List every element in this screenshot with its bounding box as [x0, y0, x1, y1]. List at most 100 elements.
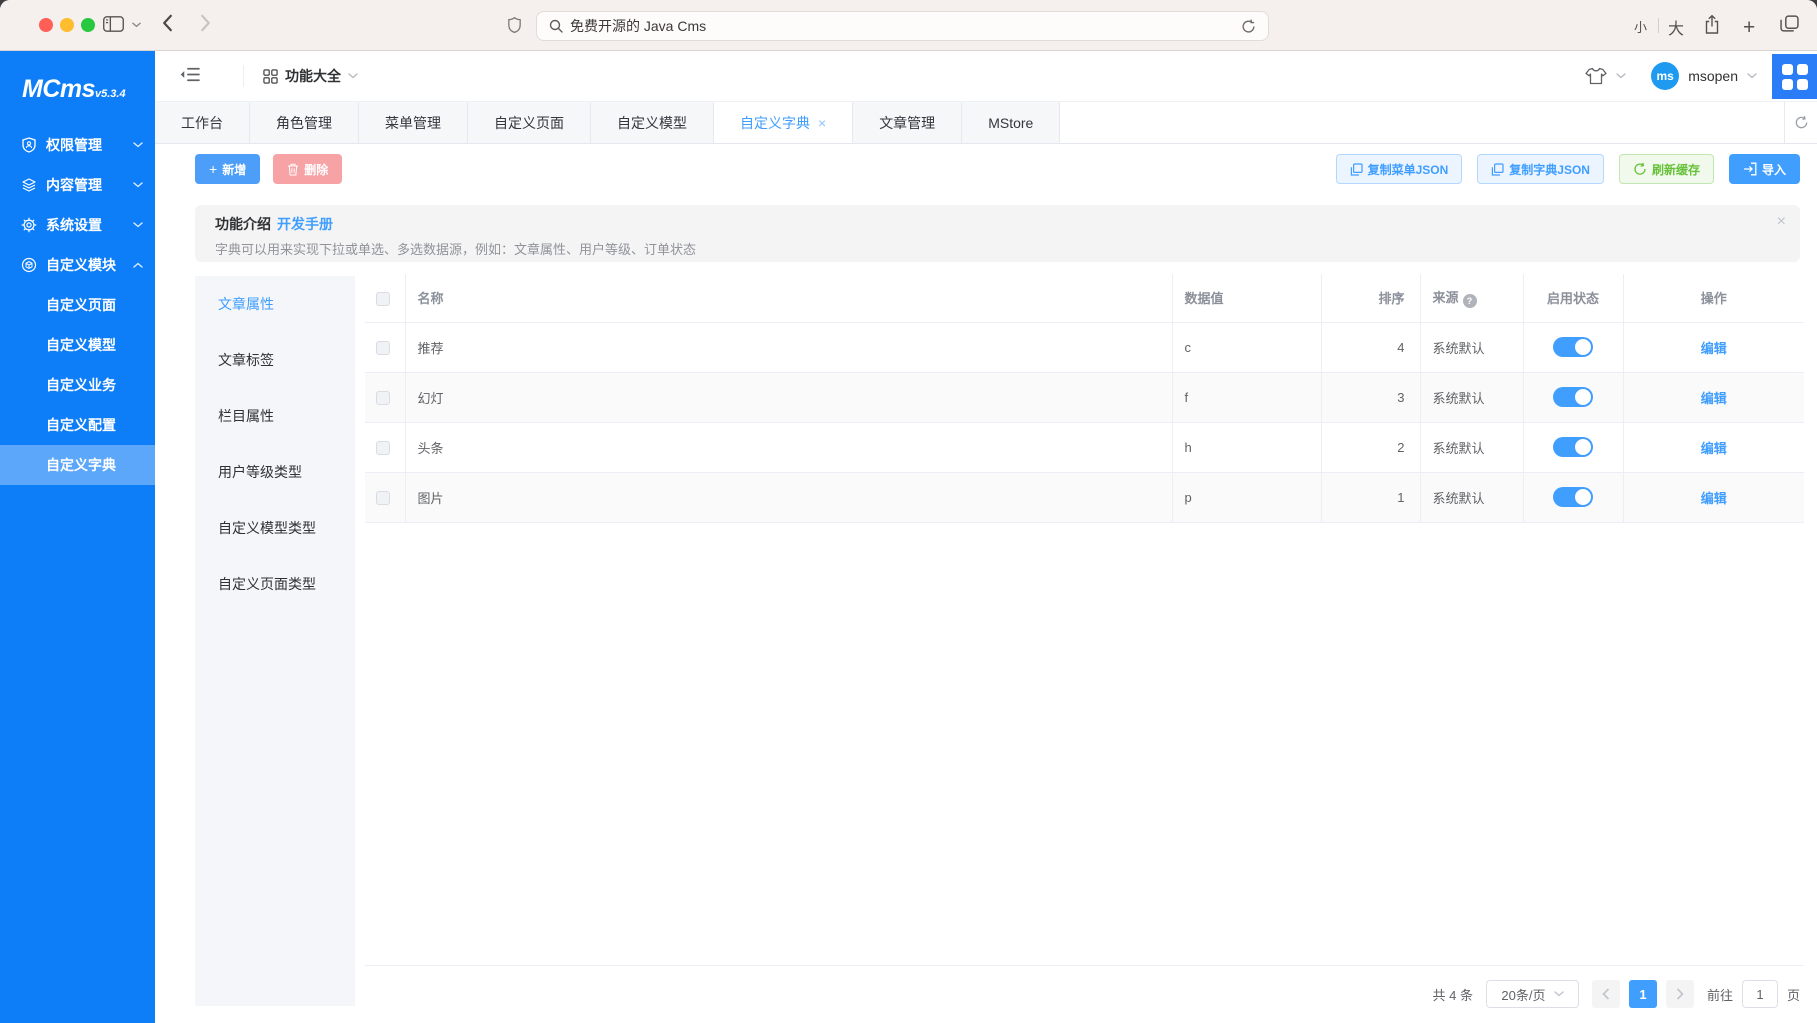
tab-label: 工作台	[181, 113, 223, 133]
tab-custom-models[interactable]: 自定义模型	[591, 102, 714, 143]
tab-articles[interactable]: 文章管理	[853, 102, 962, 143]
enable-toggle[interactable]	[1553, 487, 1593, 507]
chevron-down-icon[interactable]	[1747, 73, 1757, 79]
tab-close-icon[interactable]: ×	[818, 116, 826, 130]
banner-close-icon[interactable]: ×	[1777, 214, 1786, 230]
tab-label: 角色管理	[276, 113, 332, 133]
sidebar-group-content[interactable]: 内容管理	[0, 165, 155, 205]
dict-type-article-tags[interactable]: 文章标签	[195, 332, 355, 388]
cell-value: f	[1172, 372, 1321, 422]
copy-menu-json-button[interactable]: 复制菜单JSON	[1336, 154, 1463, 184]
feature-menu-dropdown[interactable]: 功能大全	[263, 51, 358, 101]
tab-label: 自定义字典	[740, 113, 810, 133]
copy-dict-json-button[interactable]: 复制字典JSON	[1477, 154, 1604, 184]
apps-launcher-button[interactable]	[1772, 54, 1817, 99]
back-button[interactable]	[162, 14, 173, 32]
tab-roles[interactable]: 角色管理	[250, 102, 359, 143]
cell-name: 头条	[405, 422, 1172, 472]
sidebar-item-custom-pages[interactable]: 自定义页面	[0, 285, 155, 325]
refresh-tabs-button[interactable]	[1784, 102, 1817, 143]
pagination: 共 4 条 20条/页 1 前往 页	[1433, 980, 1801, 1008]
cell-sort: 3	[1321, 372, 1420, 422]
tab-menus[interactable]: 菜单管理	[359, 102, 468, 143]
enable-toggle[interactable]	[1553, 437, 1593, 457]
refresh-cache-button[interactable]: 刷新缓存	[1619, 154, 1714, 184]
sidebar-item-custom-models[interactable]: 自定义模型	[0, 325, 155, 365]
page-size-select[interactable]: 20条/页	[1486, 980, 1579, 1008]
dict-type-column-attr[interactable]: 栏目属性	[195, 388, 355, 444]
edit-link[interactable]: 编辑	[1701, 391, 1727, 406]
import-button[interactable]: 导入	[1729, 154, 1800, 184]
row-checkbox[interactable]	[376, 491, 390, 505]
sidebar: MCmsv5.3.4 权限管理 内容管理 系统设置 自定义模块	[0, 51, 155, 1023]
row-checkbox[interactable]	[376, 341, 390, 355]
delete-button[interactable]: 删除	[273, 154, 342, 184]
dict-type-label: 用户等级类型	[218, 462, 302, 482]
prev-page-button[interactable]	[1592, 980, 1620, 1008]
tab-label: 自定义页面	[494, 113, 564, 133]
sidebar-item-custom-config[interactable]: 自定义配置	[0, 405, 155, 445]
share-icon[interactable]	[1704, 14, 1720, 35]
url-bar[interactable]: 免费开源的 Java Cms	[536, 11, 1269, 41]
dict-type-custom-page[interactable]: 自定义页面类型	[195, 556, 355, 612]
tab-custom-pages[interactable]: 自定义页面	[468, 102, 591, 143]
edit-link[interactable]: 编辑	[1701, 491, 1727, 506]
tab-custom-dict[interactable]: 自定义字典 ×	[714, 102, 853, 143]
import-label: 导入	[1762, 161, 1786, 178]
cell-source: 系统默认	[1420, 472, 1523, 522]
select-all-checkbox[interactable]	[376, 292, 390, 306]
grid-icon	[1782, 64, 1808, 90]
tab-overview-icon[interactable]	[1780, 15, 1799, 32]
enable-toggle[interactable]	[1553, 337, 1593, 357]
avatar[interactable]: ms	[1651, 62, 1679, 90]
sidebar-group-settings[interactable]: 系统设置	[0, 205, 155, 245]
close-window-button[interactable]	[39, 18, 53, 32]
page-content: + 新增 删除 复制菜单JSON 复制字典J	[155, 144, 1817, 1023]
menu-fold-icon[interactable]	[179, 66, 200, 83]
sidebar-item-label: 自定义字典	[46, 455, 116, 475]
goto-page-input[interactable]	[1742, 980, 1778, 1008]
help-icon[interactable]: ?	[1463, 294, 1477, 308]
zoom-window-button[interactable]	[81, 18, 95, 32]
privacy-shield-icon[interactable]	[508, 17, 521, 33]
enable-toggle[interactable]	[1553, 387, 1593, 407]
reload-icon[interactable]	[1241, 19, 1256, 34]
goto-unit: 页	[1787, 985, 1800, 1004]
cell-name: 推荐	[405, 322, 1172, 372]
add-button[interactable]: + 新增	[195, 154, 260, 184]
new-tab-button[interactable]: +	[1743, 16, 1755, 40]
sidebar-group-custom-modules[interactable]: 自定义模块	[0, 245, 155, 285]
edit-link[interactable]: 编辑	[1701, 341, 1727, 356]
row-checkbox[interactable]	[376, 441, 390, 455]
edit-link[interactable]: 编辑	[1701, 441, 1727, 456]
sidebar-item-custom-business[interactable]: 自定义业务	[0, 365, 155, 405]
col-name: 名称	[405, 274, 1172, 322]
dict-type-user-level[interactable]: 用户等级类型	[195, 444, 355, 500]
sidebar-item-label: 自定义配置	[46, 415, 116, 435]
tab-mstore[interactable]: MStore	[962, 102, 1060, 143]
minimize-window-button[interactable]	[60, 18, 74, 32]
tab-workbench[interactable]: 工作台	[155, 102, 250, 143]
text-smaller-button[interactable]: 小	[1634, 17, 1647, 36]
theme-tshirt-icon[interactable]	[1585, 67, 1607, 85]
cell-name: 幻灯	[405, 372, 1172, 422]
sidebar-chevron-icon[interactable]	[132, 22, 141, 28]
dict-type-article-attr[interactable]: 文章属性	[195, 276, 355, 332]
next-page-button[interactable]	[1666, 980, 1694, 1008]
col-action: 操作	[1623, 274, 1804, 322]
sidebar-group-permissions[interactable]: 权限管理	[0, 125, 155, 165]
dict-table: 名称 数据值 排序 来源? 启用状态 操作 推荐	[365, 274, 1804, 966]
row-checkbox[interactable]	[376, 391, 390, 405]
dev-manual-link[interactable]: 开发手册	[277, 216, 333, 232]
dict-type-label: 栏目属性	[218, 406, 274, 426]
text-larger-button[interactable]: 大	[1668, 15, 1684, 39]
dict-type-custom-model[interactable]: 自定义模型类型	[195, 500, 355, 556]
current-page[interactable]: 1	[1629, 980, 1657, 1008]
banner-title: 功能介绍	[215, 216, 271, 232]
sidebar-toggle-icon[interactable]	[103, 16, 124, 32]
browser-window: 免费开源的 Java Cms 小 大 + MCmsv5.3.4 权限管理	[0, 0, 1817, 1023]
tab-label: MStore	[988, 115, 1033, 131]
forward-button[interactable]	[200, 14, 211, 32]
sidebar-item-custom-dict[interactable]: 自定义字典	[0, 445, 155, 485]
chevron-down-icon[interactable]	[1616, 73, 1626, 79]
